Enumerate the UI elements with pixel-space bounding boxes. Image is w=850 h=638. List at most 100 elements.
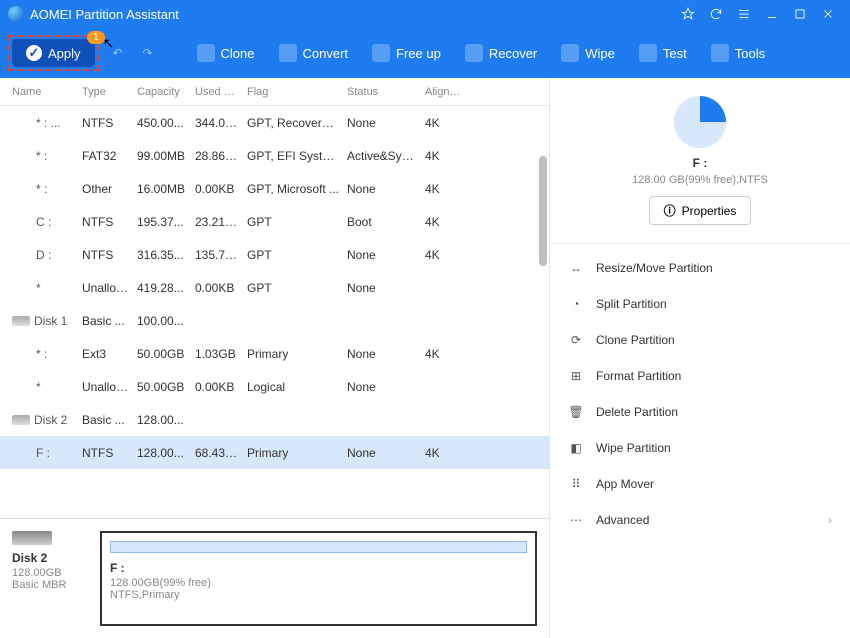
- col-status[interactable]: Status: [343, 86, 421, 98]
- advanced-icon: ⋯: [568, 512, 584, 528]
- app-logo-icon: [8, 6, 24, 22]
- op-label: Clone Partition: [596, 333, 675, 347]
- appmover-icon: ⠿: [568, 476, 584, 492]
- refresh-button[interactable]: [702, 0, 730, 28]
- op-clone[interactable]: ⟳ Clone Partition: [550, 322, 850, 358]
- op-wipepart[interactable]: ◧ Wipe Partition: [550, 430, 850, 466]
- drive-info: F : 128.00 GB(99% free),NTFS ⓘ Propertie…: [550, 78, 850, 244]
- op-label: Advanced: [596, 513, 649, 527]
- toolbar-recover-button[interactable]: Recover: [455, 38, 547, 68]
- maximize-button[interactable]: [786, 0, 814, 28]
- disk-map: Disk 2 128.00GB Basic MBR F : 128.00GB(9…: [0, 518, 549, 638]
- clone-icon: [197, 44, 215, 62]
- titlebar: AOMEI Partition Assistant: [0, 0, 850, 28]
- apply-button[interactable]: ✓ Apply: [12, 39, 95, 67]
- disk-icon: [12, 316, 30, 326]
- op-label: Resize/Move Partition: [596, 261, 713, 275]
- disk-row[interactable]: Disk 2Basic ...128.00...: [0, 403, 549, 436]
- toolbar-label: Tools: [735, 46, 765, 61]
- menu-button[interactable]: [730, 0, 758, 28]
- undo-button[interactable]: ↶: [107, 42, 129, 64]
- delete-icon: 🗑: [568, 404, 584, 420]
- apply-label: Apply: [48, 46, 81, 61]
- partition-row[interactable]: * :Ext350.00GB1.03GBPrimaryNone4K: [0, 337, 549, 370]
- partition-row[interactable]: F :NTFS128.00...68.43MBPrimaryNone4K: [0, 436, 549, 469]
- col-align[interactable]: Alignm...: [421, 86, 469, 98]
- toolbar-label: Recover: [489, 46, 537, 61]
- toolbar-label: Convert: [303, 46, 349, 61]
- op-label: Delete Partition: [596, 405, 678, 419]
- properties-label: Properties: [682, 204, 737, 218]
- disk-size: 128.00GB: [12, 567, 88, 579]
- app-title: AOMEI Partition Assistant: [30, 7, 674, 22]
- disk-summary[interactable]: Disk 2 128.00GB Basic MBR: [12, 531, 88, 626]
- col-capacity[interactable]: Capacity: [133, 86, 191, 98]
- redo-button[interactable]: ↷: [137, 42, 159, 64]
- clone-icon: ⟳: [568, 332, 584, 348]
- toolbar-wipe-button[interactable]: Wipe: [551, 38, 625, 68]
- operations-list: ↔ Resize/Move Partition ◔ Split Partition ⟳ C…: [550, 244, 850, 638]
- partition-row[interactable]: * : ...NTFS450.00...344.02...GPT, Recove…: [0, 106, 549, 139]
- scrollbar-thumb[interactable]: [539, 156, 547, 266]
- col-type[interactable]: Type: [78, 86, 133, 98]
- partition-row[interactable]: * :FAT3299.00MB28.86MBGPT, EFI Syste...A…: [0, 139, 549, 172]
- op-appmover[interactable]: ⠿ App Mover: [550, 466, 850, 502]
- pie-chart-icon: [674, 96, 726, 148]
- op-label: Wipe Partition: [596, 441, 671, 455]
- resize-icon: ↔: [568, 260, 584, 276]
- toolbar-convert-button[interactable]: Convert: [269, 38, 359, 68]
- op-delete[interactable]: 🗑 Delete Partition: [550, 394, 850, 430]
- toolbar: ✓ Apply 1 ↖ ↶ ↷ Clone Convert Free up Recov…: [0, 28, 850, 78]
- op-format[interactable]: ⊞ Format Partition: [550, 358, 850, 394]
- partition-name: F :: [110, 561, 527, 575]
- toolbar-tools-button[interactable]: Tools: [701, 38, 775, 68]
- grid-header: Name Type Capacity Used S... Flag Status…: [0, 78, 549, 106]
- partition-row[interactable]: *Unalloc...50.00GB0.00KBLogicalNone: [0, 370, 549, 403]
- test-icon: [639, 44, 657, 62]
- partition-row[interactable]: * :Other16.00MB0.00KBGPT, Microsoft ...N…: [0, 172, 549, 205]
- col-name[interactable]: Name: [8, 86, 78, 98]
- favorite-button[interactable]: [674, 0, 702, 28]
- drive-sub: 128.00 GB(99% free),NTFS: [566, 174, 834, 186]
- disk-icon: [12, 415, 30, 425]
- partition-row[interactable]: *Unalloc...419.28...0.00KBGPTNone: [0, 271, 549, 304]
- properties-button[interactable]: ⓘ Properties: [649, 196, 752, 225]
- partition-box[interactable]: F : 128.00GB(99% free) NTFS,Primary: [100, 531, 537, 626]
- disk-row[interactable]: Disk 1Basic ...100.00...: [0, 304, 549, 337]
- check-icon: ✓: [26, 45, 42, 61]
- wipepart-icon: ◧: [568, 440, 584, 456]
- scrollbar[interactable]: [537, 106, 549, 518]
- toolbar-label: Wipe: [585, 46, 615, 61]
- col-used[interactable]: Used S...: [191, 86, 243, 98]
- close-button[interactable]: [814, 0, 842, 28]
- toolbar-label: Test: [663, 46, 687, 61]
- col-flag[interactable]: Flag: [243, 86, 343, 98]
- partition-line2: NTFS,Primary: [110, 589, 527, 601]
- split-icon: ◔: [568, 296, 584, 312]
- toolbar-freeup-button[interactable]: Free up: [362, 38, 451, 68]
- chevron-right-icon: ›: [828, 513, 832, 527]
- wipe-icon: [561, 44, 579, 62]
- minimize-button[interactable]: [758, 0, 786, 28]
- format-icon: ⊞: [568, 368, 584, 384]
- apply-highlight: ✓ Apply 1 ↖: [8, 35, 99, 71]
- freeup-icon: [372, 44, 390, 62]
- disk-name: Disk 2: [12, 551, 88, 565]
- op-label: Format Partition: [596, 369, 681, 383]
- op-resize[interactable]: ↔ Resize/Move Partition: [550, 250, 850, 286]
- op-label: App Mover: [596, 477, 654, 491]
- op-advanced[interactable]: ⋯ Advanced ›: [550, 502, 850, 538]
- toolbar-clone-button[interactable]: Clone: [187, 38, 265, 68]
- grid-body: * : ...NTFS450.00...344.02...GPT, Recove…: [0, 106, 549, 518]
- partition-row[interactable]: D :NTFS316.35...135.71...GPTNone4K: [0, 238, 549, 271]
- recover-icon: [465, 44, 483, 62]
- toolbar-test-button[interactable]: Test: [629, 38, 697, 68]
- op-label: Split Partition: [596, 297, 667, 311]
- toolbar-label: Free up: [396, 46, 441, 61]
- partition-usage-bar: [110, 541, 527, 553]
- partition-line1: 128.00GB(99% free): [110, 577, 527, 589]
- op-split[interactable]: ◔ Split Partition: [550, 286, 850, 322]
- partition-row[interactable]: C :NTFS195.37...23.21GBGPTBoot4K: [0, 205, 549, 238]
- side-panel: F : 128.00 GB(99% free),NTFS ⓘ Propertie…: [550, 78, 850, 638]
- toolbar-label: Clone: [221, 46, 255, 61]
